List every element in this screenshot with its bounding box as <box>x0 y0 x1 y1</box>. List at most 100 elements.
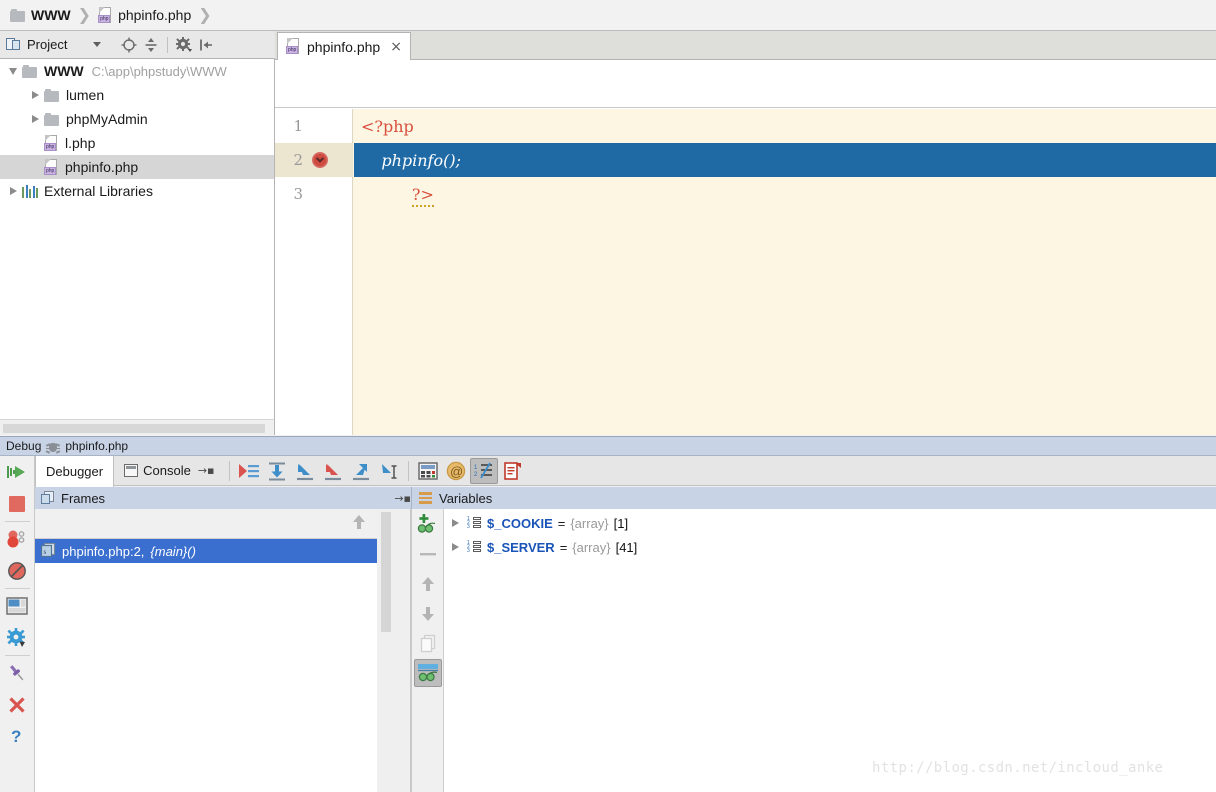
variable-count: [1] <box>613 515 629 531</box>
restore-layout-button[interactable] <box>1 590 34 622</box>
collapse-all-icon[interactable] <box>141 35 161 55</box>
breadcrumb-item-www[interactable]: WWW <box>10 7 71 23</box>
thread-selector-row[interactable] <box>35 509 411 539</box>
project-panel-title-button[interactable]: Project <box>0 37 67 52</box>
new-watch-button[interactable] <box>413 509 443 539</box>
chevron-right-icon[interactable] <box>4 179 22 203</box>
chevron-down-icon[interactable] <box>93 42 102 47</box>
variables-panel[interactable]: 123 $_COOKIE = {array} [1] 123 $_SERVER … <box>444 509 1216 792</box>
debug-tool-window-header: Debug phpinfo.php <box>0 436 1216 456</box>
variable-row[interactable]: 123 $_COOKIE = {array} [1] <box>444 511 1216 535</box>
scrollbar-thumb[interactable] <box>3 424 265 433</box>
at-sign-icon[interactable]: @ <box>442 458 470 484</box>
pin-icon[interactable] <box>1 657 34 689</box>
rail-divider <box>4 588 30 589</box>
chevron-right-icon[interactable] <box>452 543 459 551</box>
variable-equals: = <box>557 515 566 531</box>
gear-icon[interactable] <box>1 622 34 654</box>
frame-file-line: phpinfo.php:2, <box>62 543 145 559</box>
evaluate-expression-button[interactable] <box>414 458 442 484</box>
chevron-down-icon[interactable] <box>4 59 22 83</box>
project-icon <box>6 37 21 52</box>
move-down-button[interactable] <box>413 599 443 629</box>
frames-scrollbar[interactable] <box>377 509 411 792</box>
variables-actions-rail <box>412 509 444 792</box>
move-up-button[interactable] <box>413 569 443 599</box>
code-line[interactable]: 3 ?> <box>275 177 1216 211</box>
locate-target-icon[interactable] <box>119 35 139 55</box>
tree-row[interactable]: External Libraries <box>0 179 274 203</box>
tree-row[interactable]: phpMyAdmin <box>0 107 274 131</box>
clipboard-icon[interactable] <box>498 458 526 484</box>
up-arrow-icon[interactable] <box>351 513 367 534</box>
line-number: 3 <box>293 185 303 203</box>
tree-row-selected[interactable]: php phpinfo.php <box>0 155 274 179</box>
editor-structure-breadcrumb <box>275 60 1216 108</box>
run-to-cursor-button[interactable] <box>375 458 403 484</box>
hide-panel-icon[interactable] <box>196 35 216 55</box>
resume-program-button[interactable] <box>1 456 34 488</box>
frames-icon <box>41 491 55 505</box>
tab-debugger[interactable]: Debugger <box>35 455 115 487</box>
copy-value-button[interactable] <box>413 629 443 659</box>
tree-row[interactable]: lumen <box>0 83 274 107</box>
rail-divider <box>4 655 30 656</box>
variable-name: $_COOKIE <box>487 515 553 531</box>
frame-icon: s <box>40 542 56 560</box>
tree-item-label: lumen <box>66 87 105 103</box>
breadcrumb-item-phpinfo[interactable]: php phpinfo.php <box>98 6 191 24</box>
project-tree[interactable]: WWW C:\app\phpstudy\WWW lumen phpMyAdmin… <box>0 59 275 419</box>
variable-type: {array} <box>570 515 609 531</box>
folder-icon <box>44 88 60 102</box>
step-into-button[interactable] <box>291 458 319 484</box>
editor-tab-label: phpinfo.php <box>307 38 381 55</box>
hide-frames-icon[interactable]: →▪ <box>394 492 411 505</box>
inspect-button[interactable] <box>413 659 442 687</box>
remove-watch-button[interactable] <box>413 539 443 569</box>
line-number: 1 <box>293 117 303 135</box>
view-breakpoints-button[interactable] <box>1 523 34 555</box>
chevron-right-icon[interactable] <box>26 107 44 131</box>
tree-item-label: l.php <box>65 135 96 151</box>
variable-name: $_SERVER <box>487 539 555 555</box>
frame-row-selected[interactable]: s phpinfo.php:2, {main}() <box>35 539 411 563</box>
help-icon[interactable]: ? <box>1 721 34 753</box>
step-out-button[interactable] <box>347 458 375 484</box>
code-area[interactable]: 1 <?php 2 phpinfo(); 3 ?> <box>275 109 1216 435</box>
tab-console[interactable]: Console →▪ <box>114 456 224 486</box>
variable-row[interactable]: 123 $_SERVER = {array} [41] <box>444 535 1216 559</box>
settings-gear-icon[interactable] <box>174 35 194 55</box>
variable-count: [41] <box>615 539 638 555</box>
breadcrumb-separator-icon: ❯ <box>77 5 92 24</box>
svg-text:1: 1 <box>474 465 478 471</box>
close-icon[interactable] <box>1 689 34 721</box>
frames-panel[interactable]: s phpinfo.php:2, {main}() <box>35 509 412 792</box>
chevron-right-icon[interactable] <box>26 83 44 107</box>
editor: 1 <?php 2 phpinfo(); 3 ?> <box>275 60 1216 435</box>
close-icon[interactable]: × <box>390 40 402 54</box>
hide-tab-icon[interactable]: →▪ <box>198 464 215 477</box>
chevron-right-icon[interactable] <box>452 519 459 527</box>
scrollbar-thumb[interactable] <box>381 512 391 632</box>
tree-row[interactable]: WWW C:\app\phpstudy\WWW <box>0 59 274 83</box>
stop-button[interactable] <box>1 488 34 520</box>
toolbar-divider <box>229 460 231 481</box>
debug-title: Debug <box>6 439 42 453</box>
project-panel-label: Project <box>27 37 68 52</box>
editor-tab-phpinfo[interactable]: php phpinfo.php × <box>277 32 411 60</box>
breakpoint-icon[interactable] <box>311 151 329 169</box>
array-icon: 123 <box>467 540 482 554</box>
project-tree-horizontal-scrollbar[interactable] <box>0 419 275 435</box>
project-panel-toolbar: Project <box>0 31 275 59</box>
sort-values-button[interactable]: 1 2 <box>470 457 499 484</box>
mute-breakpoints-button[interactable] <box>1 555 34 587</box>
debug-session-file: phpinfo.php <box>65 439 129 453</box>
php-file-icon: php <box>98 6 113 24</box>
code-text: ?> <box>411 184 434 207</box>
code-line[interactable]: 1 <?php <box>275 109 1216 143</box>
tree-row[interactable]: php l.php <box>0 131 274 155</box>
rail-divider <box>4 521 30 522</box>
step-over-button[interactable] <box>263 458 291 484</box>
show-execution-point-button[interactable] <box>235 458 263 484</box>
force-step-into-button[interactable] <box>319 458 347 484</box>
